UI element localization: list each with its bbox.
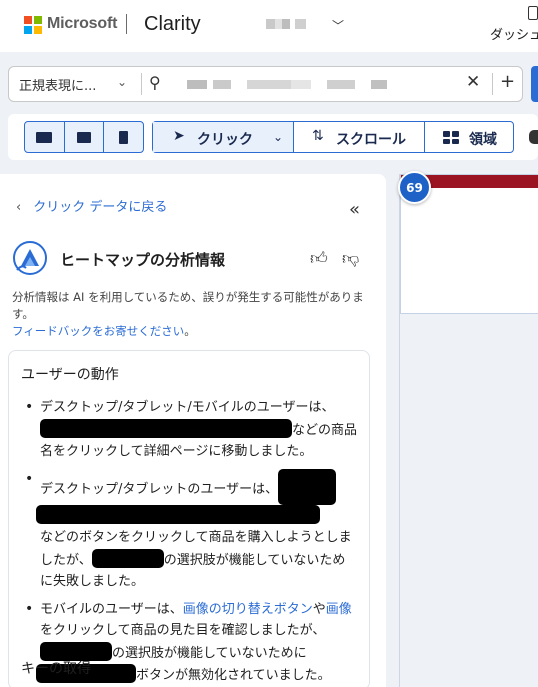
list-item: デスクトップ/タブレットのユーザーは、などのボタンをクリックして商品を購入しよう… [23,468,357,593]
desktop-icon [36,131,53,143]
chevron-down-icon[interactable]: ⌄ [273,130,283,144]
section-heading-user-behavior: ユーザーの動作 [21,367,119,383]
match-type-select[interactable]: 正規表現に... [19,75,96,94]
bullet-text: の選択肢が機能していないために [112,645,307,661]
more-options-icon[interactable] [529,130,538,144]
list-item: デスクトップ/タブレット/モバイルのユーザーは、などの商品名をクリックして詳細ペ… [23,397,357,463]
search-icon: ⚲ [149,73,161,92]
mobile-icon [119,130,129,144]
disclaimer-text: 分析情報は AI を利用しているため、誤りが発生する可能性があります。 [12,290,364,321]
chevron-down-icon[interactable]: ⌄ [117,75,127,89]
image-toggle-button-link[interactable]: 画像の切り替えボタン [183,602,313,617]
product-name[interactable]: Clarity [144,13,201,36]
insight-list: デスクトップ/タブレット/モバイルのユーザーは、などの商品名をクリックして詳細ペ… [23,397,357,687]
image-link[interactable]: 画像 [326,602,352,617]
thumbs-up-icon[interactable]: 👍︎ [310,248,328,269]
collapse-panel-icon[interactable]: « [349,199,360,220]
ai-disclaimer: 分析情報は AI を利用しているため、誤りが発生する可能性があります。 フィード… [12,289,372,340]
cursor-icon: ➤ [173,128,185,144]
redacted-block [91,548,164,568]
back-link-label: クリック データに戻る [33,200,168,215]
thumbs-down-icon[interactable]: 👎︎ [342,248,359,269]
plus-icon[interactable]: + [500,71,515,92]
copilot-insights-icon [13,241,47,275]
device-toggle-group [24,121,144,153]
redacted-block [36,504,320,524]
top-bar: Microsoft Clarity ﹀ ダッシュ [0,0,538,52]
device-mobile-button[interactable] [104,122,143,152]
redacted-block [40,418,292,438]
scroll-mode-button[interactable]: ⇅ スクロール [294,122,425,152]
url-filter-bar: 正規表現に... ⌄ ⚲ ✕ + [8,66,523,102]
feedback-link[interactable]: フィードバックをお寄せください [12,324,184,338]
scroll-icon: ⇅ [312,128,324,144]
header-divider [126,14,127,34]
bullet-text: デスクトップ/タブレット/モバイルのユーザーは、 [40,400,335,415]
section-heading-key-takeaways: キーの取得 [21,661,91,677]
tablet-icon [77,131,91,143]
scroll-mode-label: スクロール [336,132,406,148]
apply-button[interactable] [531,66,538,102]
heatmap-mode-group: ➤ クリック ⌄ ⇅ スクロール 領域 [152,121,514,153]
brand-name: Microsoft [47,15,118,32]
dashboard-nav-label[interactable]: ダッシュ [490,24,538,43]
area-mode-button[interactable]: 領域 [425,122,513,152]
click-count-badge[interactable]: 69 [398,171,431,204]
insights-panel: ‹ クリック データに戻る « ヒートマップの分析情報 👍︎ 👎︎ 分析情報は A… [0,174,386,687]
close-icon[interactable]: ✕ [466,72,480,92]
redacted-block [278,468,337,505]
bullet-text: モバイルのユーザーは、 [40,601,183,617]
panel-title: ヒートマップの分析情報 [60,251,226,269]
filter-divider [492,73,493,95]
click-mode-button[interactable]: ➤ クリック ⌄ [153,122,294,152]
microsoft-logo-icon [24,16,42,34]
device-desktop-button[interactable] [25,122,65,152]
dashboard-icon[interactable] [528,6,538,20]
project-selector[interactable] [266,19,306,29]
click-mode-label: クリック [197,132,253,148]
chevron-left-icon: ‹ [16,200,22,215]
feedback-suffix: 。 [184,324,196,338]
bullet-text: をクリックして商品の見た目を確認しましたが、 [40,623,326,638]
heatmap-canvas[interactable] [399,174,538,687]
filter-divider [141,73,142,95]
url-input[interactable] [187,80,387,89]
chevron-down-icon[interactable]: ﹀ [332,17,344,34]
insights-card: ユーザーの動作 デスクトップ/タブレット/モバイルのユーザーは、などの商品名をク… [8,350,370,687]
bullet-text: ボタンが無効化されていました。 [136,668,331,683]
bullet-text: や [312,601,326,617]
bullet-text: デスクトップ/タブレットのユーザーは、 [40,481,279,497]
area-grid-icon [443,131,459,144]
device-tablet-button[interactable] [65,122,105,152]
back-to-click-data-link[interactable]: ‹ クリック データに戻る [16,196,167,215]
area-mode-label: 領域 [469,132,497,148]
